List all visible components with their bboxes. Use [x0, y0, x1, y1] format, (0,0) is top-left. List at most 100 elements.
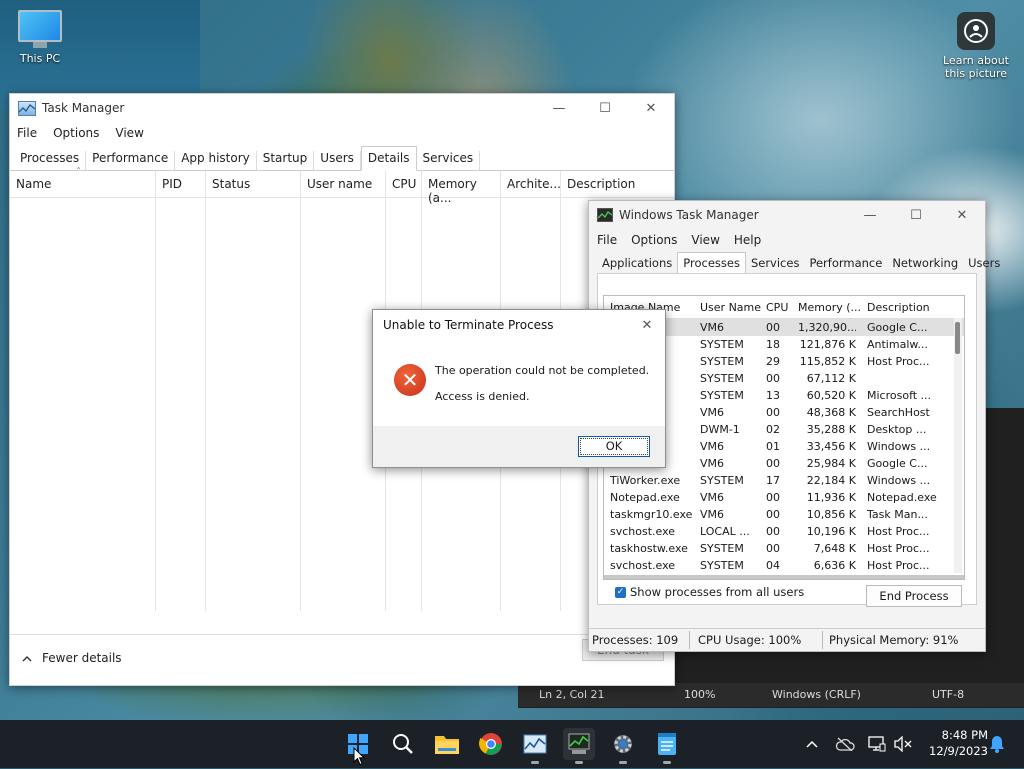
- menu-help[interactable]: Help: [734, 233, 761, 247]
- tab-details[interactable]: Details: [360, 146, 417, 171]
- cell-memory: 121,876 K: [799, 338, 856, 351]
- process-row[interactable]: taskmgr10.exe VM6 00 10,856 K Task Man...: [604, 506, 964, 523]
- cell-cpu: 04: [766, 559, 780, 572]
- close-button[interactable]: ✕: [629, 310, 665, 340]
- tab-users[interactable]: Users: [963, 256, 1005, 273]
- dialog-detail: Access is denied.: [435, 390, 530, 403]
- cell-memory: 1,320,90...: [798, 321, 856, 334]
- menu-view[interactable]: View: [691, 233, 719, 247]
- classic-task-manager-app-icon: [597, 208, 613, 222]
- task-manager-taskbar-button[interactable]: [519, 728, 551, 764]
- minimize-button[interactable]: —: [847, 201, 893, 229]
- this-pc-desktop-icon[interactable]: This PC: [14, 10, 66, 65]
- encoding[interactable]: UTF-8: [932, 688, 964, 701]
- tab-performance[interactable]: Performance: [86, 151, 176, 170]
- cell-memory: 115,852 K: [799, 355, 856, 368]
- tab-app-history[interactable]: App history: [175, 151, 257, 170]
- sort-up-icon: ˆ: [76, 167, 81, 178]
- tab-processes[interactable]: Processes: [677, 252, 746, 273]
- dialog-title-bar[interactable]: Unable to Terminate Process ✕: [373, 310, 665, 340]
- minimize-button[interactable]: —: [536, 94, 582, 122]
- cell-memory: 35,288 K: [806, 423, 856, 436]
- volume-tray-button[interactable]: [892, 720, 914, 768]
- notifications-button[interactable]: [986, 720, 1008, 768]
- tab-users[interactable]: Users: [314, 151, 361, 170]
- column-name[interactable]: Name ˆ: [10, 167, 155, 611]
- unable-to-terminate-dialog: Unable to Terminate Process ✕ ✕ The oper…: [372, 309, 666, 468]
- end-process-button[interactable]: End Process: [866, 585, 962, 607]
- cell-description: Host Proc...: [867, 559, 930, 572]
- column-status[interactable]: Status: [205, 171, 300, 611]
- column-memory[interactable]: Memory (...: [798, 301, 861, 314]
- menu-view[interactable]: View: [115, 126, 143, 140]
- menu-file[interactable]: File: [597, 233, 617, 247]
- cell-user-name: SYSTEM: [700, 542, 744, 555]
- cell-user-name: VM6: [700, 457, 725, 470]
- checkbox-checked-icon: ✓: [615, 586, 626, 598]
- tab-networking[interactable]: Networking: [887, 256, 963, 273]
- close-button[interactable]: ✕: [939, 201, 985, 229]
- title-bar[interactable]: Task Manager — ☐ ✕: [10, 94, 674, 122]
- cell-image-name: svchost.exe: [610, 559, 676, 572]
- fewer-details-toggle[interactable]: Fewer details: [22, 651, 122, 665]
- zoom-level[interactable]: 100%: [684, 688, 715, 701]
- chrome-button[interactable]: [475, 728, 507, 760]
- horizontal-scrollbar[interactable]: [604, 575, 964, 579]
- process-row[interactable]: svchost.exe SYSTEM 04 6,636 K Host Proc...: [604, 557, 964, 574]
- chevron-up-icon: [22, 655, 32, 661]
- error-x-icon: ✕: [394, 364, 426, 396]
- process-row[interactable]: taskhostw.exe SYSTEM 00 7,648 K Host Proc...: [604, 540, 964, 557]
- process-row[interactable]: svchost.exe LOCAL ... 00 10,196 K Host Proc.…: [604, 523, 964, 540]
- column-status-label: Status: [212, 177, 251, 191]
- network-tray-button[interactable]: [866, 720, 888, 768]
- settings-taskbar-button[interactable]: [607, 728, 639, 764]
- folder-icon: [435, 736, 459, 754]
- this-pc-label: This PC: [19, 52, 61, 65]
- cell-user-name: SYSTEM: [700, 355, 744, 368]
- search-button[interactable]: [387, 728, 419, 760]
- task-manager-app-icon: [18, 100, 36, 116]
- notepad-taskbar-button[interactable]: [651, 728, 683, 764]
- learn-label-line1: Learn about: [943, 54, 1009, 67]
- tab-strip: Applications Processes Services Performa…: [589, 251, 1000, 273]
- show-all-users-checkbox[interactable]: ✓ Show processes from all users: [615, 585, 804, 599]
- maximize-button[interactable]: ☐: [582, 94, 628, 122]
- tab-applications[interactable]: Applications: [597, 256, 677, 273]
- cell-user-name: SYSTEM: [700, 389, 744, 402]
- file-explorer-button[interactable]: [431, 728, 463, 760]
- onedrive-tray-button[interactable]: [834, 720, 856, 768]
- scroll-thumb[interactable]: [955, 322, 960, 354]
- line-ending[interactable]: Windows (CRLF): [772, 688, 861, 701]
- process-row[interactable]: TiWorker.exe SYSTEM 17 22,184 K Windows ...: [604, 472, 964, 489]
- cell-cpu: 00: [766, 406, 780, 419]
- menu-options[interactable]: Options: [631, 233, 677, 247]
- menu-options[interactable]: Options: [53, 126, 99, 140]
- tab-performance[interactable]: Performance: [804, 256, 887, 273]
- cell-cpu: 00: [766, 457, 780, 470]
- cell-description: Task Man...: [867, 508, 928, 521]
- cell-user-name: VM6: [700, 321, 725, 334]
- title-bar[interactable]: Windows Task Manager — ☐ ✕: [589, 201, 985, 229]
- tab-startup[interactable]: Startup: [257, 151, 315, 170]
- ok-button[interactable]: OK: [578, 436, 650, 457]
- column-user-name[interactable]: User Name: [700, 301, 761, 314]
- sort-down-icon: ˇ: [822, 295, 827, 302]
- classic-task-manager-taskbar-button[interactable]: [563, 728, 595, 764]
- cell-image-name: svchost.exe: [610, 525, 676, 538]
- volume-muted-icon: [894, 736, 912, 752]
- learn-about-picture-icon[interactable]: Learn about this picture: [938, 12, 1014, 80]
- cell-image-name: TiWorker.exe: [610, 474, 681, 487]
- cell-description: Host Proc...: [867, 355, 930, 368]
- tab-services[interactable]: Services: [417, 151, 481, 170]
- column-pid[interactable]: PID: [155, 171, 205, 611]
- process-row[interactable]: Notepad.exe VM6 00 11,936 K Notepad.exe: [604, 489, 964, 506]
- column-cpu[interactable]: CPU: [766, 301, 788, 314]
- tab-services[interactable]: Services: [746, 256, 805, 273]
- close-button[interactable]: ✕: [628, 94, 674, 122]
- show-hidden-icons-button[interactable]: [802, 720, 822, 768]
- column-description[interactable]: Description: [867, 301, 930, 314]
- maximize-button[interactable]: ☐: [893, 201, 939, 229]
- menu-file[interactable]: File: [17, 126, 37, 140]
- vertical-scrollbar[interactable]: [954, 318, 962, 573]
- clock[interactable]: 8:48 PM 12/9/2023: [918, 727, 988, 759]
